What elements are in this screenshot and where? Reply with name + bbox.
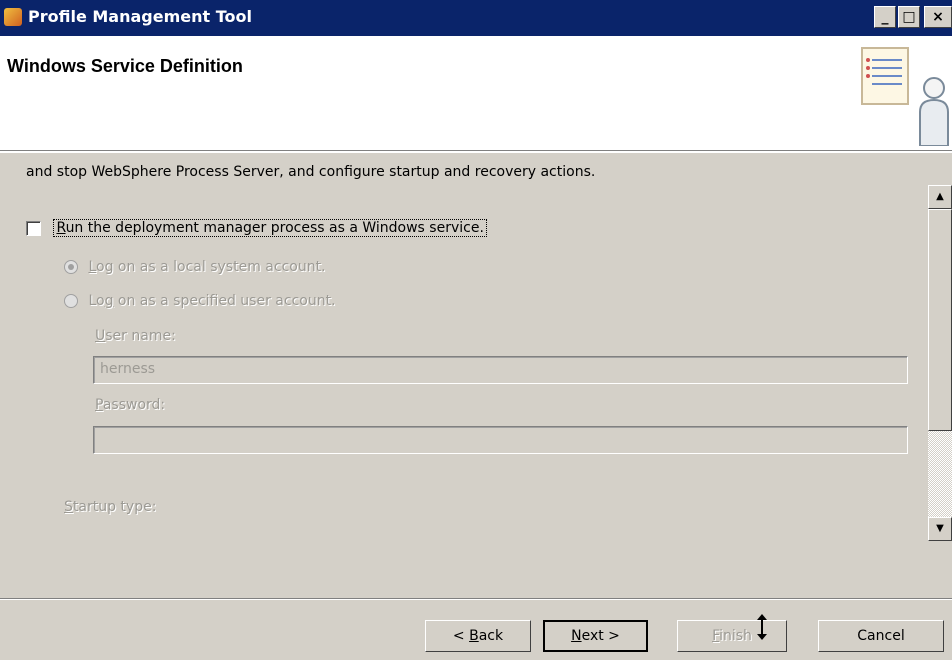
back-button[interactable]: < Back: [425, 620, 531, 652]
run-as-service-option[interactable]: Run the deployment manager process as a …: [26, 219, 487, 237]
run-as-service-label: Run the deployment manager process as a …: [53, 219, 487, 237]
user-name-field[interactable]: herness: [93, 356, 908, 384]
finish-button[interactable]: Finish: [677, 620, 787, 652]
logon-user-option[interactable]: Log on as a specified user account.: [64, 293, 336, 309]
cancel-button[interactable]: Cancel: [818, 620, 944, 652]
footer-divider-highlight: [0, 599, 952, 600]
scroll-up-button[interactable]: ▲: [928, 185, 952, 209]
maximize-button[interactable]: □: [898, 6, 920, 28]
wizard-header: Windows Service Definition: [0, 36, 952, 151]
logon-local-label: Log on as a local system account.: [88, 259, 326, 275]
vertical-scrollbar[interactable]: ▲ ▼: [928, 185, 952, 541]
title-bar: Profile Management Tool _ □ ×: [0, 0, 952, 36]
password-label: Password:: [95, 397, 166, 413]
app-icon: [4, 8, 22, 26]
close-button[interactable]: ×: [924, 6, 952, 28]
logon-local-option[interactable]: Log on as a local system account.: [64, 259, 326, 275]
run-as-service-checkbox[interactable]: [26, 220, 41, 236]
startup-type-label: Startup type:: [64, 499, 157, 515]
logon-user-radio[interactable]: [64, 294, 78, 308]
password-field[interactable]: [93, 426, 908, 454]
next-button[interactable]: Next >: [543, 620, 648, 652]
scroll-down-button[interactable]: ▼: [928, 517, 952, 541]
resize-cursor-icon: [757, 614, 767, 640]
logon-user-label: Log on as a specified user account.: [88, 293, 336, 309]
window-title: Profile Management Tool: [28, 7, 252, 26]
minimize-button[interactable]: _: [874, 6, 896, 28]
description-text: and stop WebSphere Process Server, and c…: [26, 164, 596, 180]
page-title: Windows Service Definition: [7, 56, 243, 76]
content-area: and stop WebSphere Process Server, and c…: [0, 153, 926, 567]
logon-local-radio[interactable]: [64, 260, 78, 274]
wizard-document-user-icon: [861, 47, 949, 146]
user-name-label: User name:: [95, 328, 176, 344]
scroll-thumb[interactable]: [928, 209, 952, 431]
